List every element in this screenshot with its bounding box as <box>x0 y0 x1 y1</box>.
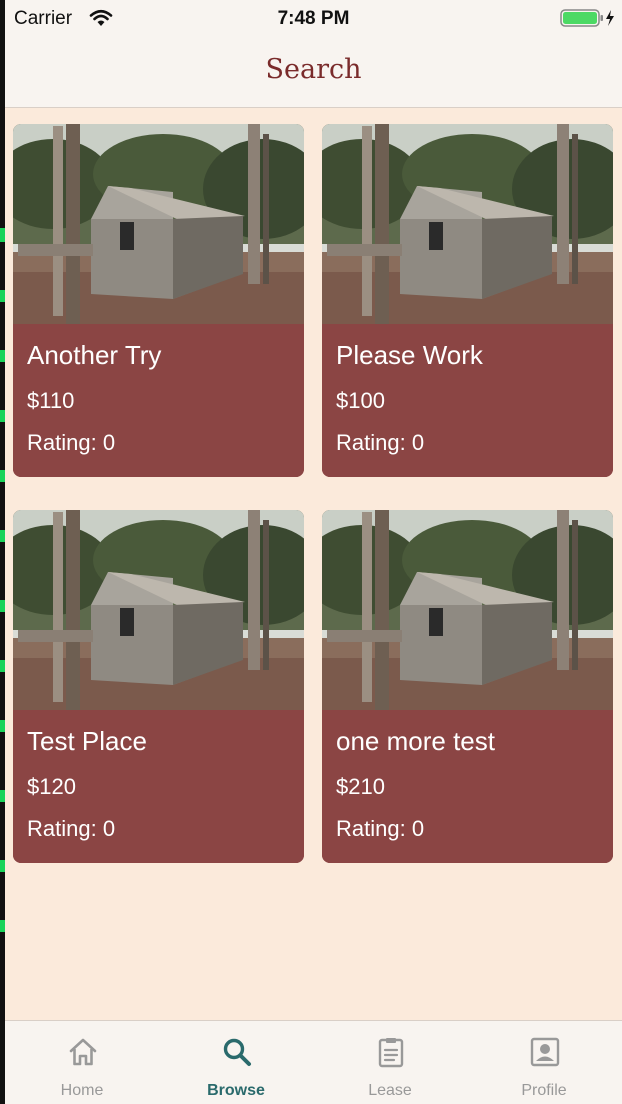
tab-label: Home <box>60 1082 104 1099</box>
listing-price: $100 <box>336 388 385 413</box>
tab-label: Lease <box>368 1082 412 1099</box>
listing-rating: Rating: 0 <box>27 430 116 455</box>
tab-label: Profile <box>521 1082 567 1099</box>
listing-rating: Rating: 0 <box>336 816 425 841</box>
listing-price: $120 <box>27 774 76 799</box>
listing-name: one more test <box>336 726 495 756</box>
listing-info: Another Try $110 Rating: 0 <box>13 324 304 477</box>
clipboard-icon <box>378 1038 404 1068</box>
tab-bar: Home Browse Lease Profile <box>5 1020 622 1104</box>
listing-rating: Rating: 0 <box>336 430 425 455</box>
listing-card[interactable]: Another Try $110 Rating: 0 <box>13 124 304 477</box>
listing-rating: Rating: 0 <box>27 816 116 841</box>
tab-label: Browse <box>207 1082 265 1099</box>
listing-grid: Another Try $110 Rating: 0 Please Work $… <box>5 0 622 1020</box>
listing-card[interactable]: one more test $210 Rating: 0 <box>322 510 613 863</box>
listing-info: Please Work $100 Rating: 0 <box>322 324 613 477</box>
tab-home[interactable]: Home <box>5 1021 159 1104</box>
home-icon <box>69 1038 97 1066</box>
tab-profile[interactable]: Profile <box>467 1021 621 1104</box>
tab-lease[interactable]: Lease <box>313 1021 467 1104</box>
listing-photo <box>13 124 304 324</box>
listing-card[interactable]: Test Place $120 Rating: 0 <box>13 510 304 863</box>
tab-browse[interactable]: Browse <box>159 1021 313 1104</box>
listing-name: Another Try <box>27 340 162 370</box>
listing-photo <box>13 510 304 710</box>
listing-info: one more test $210 Rating: 0 <box>322 710 613 863</box>
listing-price: $210 <box>336 774 385 799</box>
listing-photo <box>322 510 613 710</box>
search-icon <box>223 1038 251 1066</box>
profile-icon <box>530 1037 560 1067</box>
listing-info: Test Place $120 Rating: 0 <box>13 710 304 863</box>
listing-card[interactable]: Please Work $100 Rating: 0 <box>322 124 613 477</box>
listing-name: Test Place <box>27 726 147 756</box>
listing-price: $110 <box>27 388 75 413</box>
phone-screen: Carrier 7:48 PM Search Another Try $110 … <box>5 0 622 1104</box>
listing-photo <box>322 124 613 324</box>
listing-name: Please Work <box>336 340 483 370</box>
